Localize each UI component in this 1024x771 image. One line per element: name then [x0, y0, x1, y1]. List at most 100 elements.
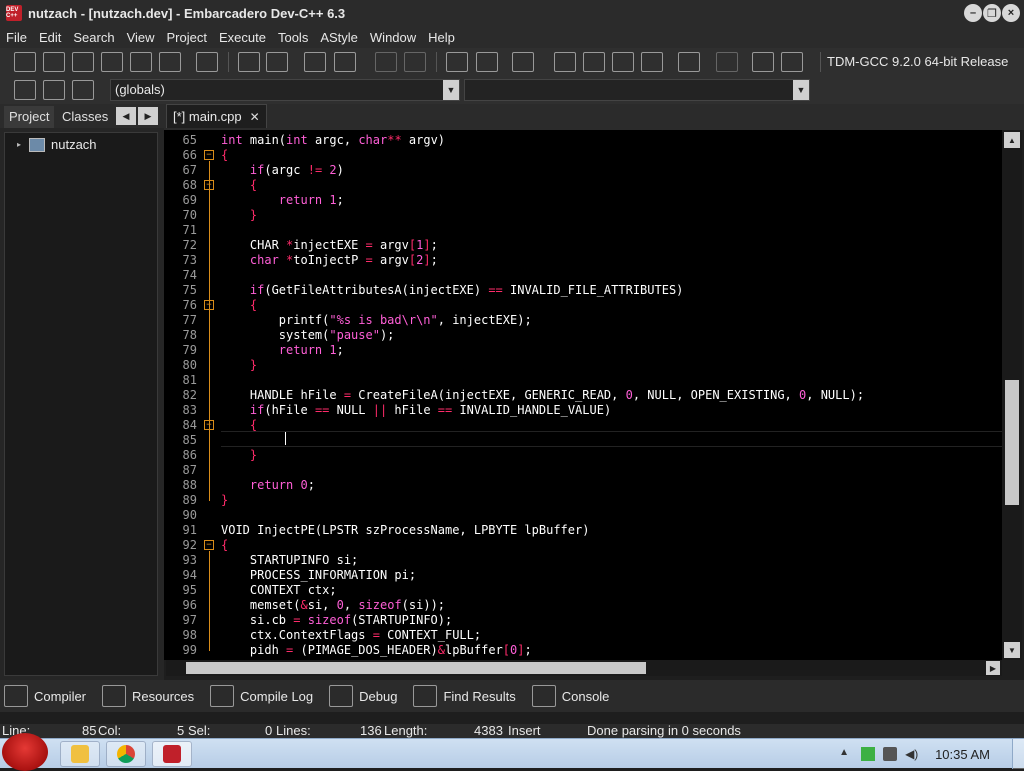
tray-expand-icon[interactable]: ▲	[839, 747, 853, 761]
taskbar-clock[interactable]: 10:35 AM	[935, 747, 990, 762]
line-number[interactable]: 90	[164, 508, 197, 523]
line-number[interactable]: 86	[164, 448, 197, 463]
volume-icon[interactable]: ◀)	[905, 747, 919, 761]
fold-collapse-icon[interactable]: −	[204, 540, 214, 550]
code-line[interactable]: 88 return 0;	[164, 478, 1002, 493]
code-line[interactable]: 86 }	[164, 448, 1002, 463]
network-icon[interactable]	[861, 747, 876, 761]
menu-project[interactable]: Project	[165, 30, 213, 45]
vertical-scrollbar[interactable]: ▲ ▼	[1002, 130, 1022, 660]
chevron-down-icon[interactable]: ▼	[793, 80, 809, 100]
line-number[interactable]: 70	[164, 208, 197, 223]
code-line[interactable]: 96 memset(&si, 0, sizeof(si));	[164, 598, 1002, 613]
minimize-button[interactable]: –	[964, 4, 982, 22]
line-number[interactable]: 94	[164, 568, 197, 583]
code-line[interactable]: 73 char *toInjectP = argv[2];	[164, 253, 1002, 268]
line-number[interactable]: 67	[164, 163, 197, 178]
class-combo[interactable]: ▼	[464, 79, 810, 101]
code-line[interactable]: 71	[164, 223, 1002, 238]
chevron-right-icon[interactable]: ▶	[138, 107, 158, 125]
code-line[interactable]: 72 CHAR *injectEXE = argv[1];	[164, 238, 1002, 253]
code-line[interactable]: 87	[164, 463, 1002, 478]
close-button[interactable]: ×	[1002, 4, 1020, 22]
line-number[interactable]: 75	[164, 283, 197, 298]
menu-file[interactable]: File	[4, 30, 33, 45]
devcpp-app-icon[interactable]: DEV C++	[6, 5, 22, 21]
close-file-icon[interactable]	[130, 52, 152, 72]
line-number[interactable]: 91	[164, 523, 197, 538]
toggle-bookmark-icon[interactable]	[43, 80, 65, 100]
vertical-scroll-thumb[interactable]	[1005, 380, 1019, 505]
add-to-project-icon[interactable]	[446, 52, 468, 72]
code-line[interactable]: 95 CONTEXT ctx;	[164, 583, 1002, 598]
code-line[interactable]: 67 if(argc != 2)	[164, 163, 1002, 178]
replace-icon[interactable]	[266, 52, 288, 72]
menu-help[interactable]: Help	[426, 30, 461, 45]
horizontal-scrollbar[interactable]: ▶	[166, 660, 1002, 676]
code-line[interactable]: 82 HANDLE hFile = CreateFileA(injectEXE,…	[164, 388, 1002, 403]
menu-tools[interactable]: Tools	[276, 30, 314, 45]
code-line[interactable]: 97 si.cb = sizeof(STARTUPINFO);	[164, 613, 1002, 628]
open-folder-icon[interactable]	[43, 52, 65, 72]
code-line[interactable]: 70 }	[164, 208, 1002, 223]
compile-icon[interactable]	[554, 52, 576, 72]
code-line[interactable]: 74	[164, 268, 1002, 283]
tab-find-results[interactable]: Find Results	[409, 685, 516, 707]
battery-icon[interactable]	[883, 747, 898, 761]
line-number[interactable]: 89	[164, 493, 197, 508]
chevron-down-icon[interactable]: ▼	[443, 80, 459, 100]
print-icon[interactable]	[196, 52, 218, 72]
code-line[interactable]: 85	[164, 433, 1002, 448]
horizontal-scroll-thumb[interactable]	[186, 662, 646, 674]
undo-icon[interactable]	[375, 52, 397, 72]
scope-combo[interactable]: (globals) ▼	[110, 79, 460, 101]
code-line[interactable]: 90	[164, 508, 1002, 523]
line-number[interactable]: 95	[164, 583, 197, 598]
code-line[interactable]: 75 if(GetFileAttributesA(injectEXE) == I…	[164, 283, 1002, 298]
line-number[interactable]: 97	[164, 613, 197, 628]
code-line[interactable]: 76− {	[164, 298, 1002, 313]
code-line[interactable]: 66−{	[164, 148, 1002, 163]
scroll-up-icon[interactable]: ▲	[1004, 132, 1020, 148]
line-number[interactable]: 85	[164, 433, 197, 448]
line-number[interactable]: 98	[164, 628, 197, 643]
code-line[interactable]: 98 ctx.ContextFlags = CONTEXT_FULL;	[164, 628, 1002, 643]
restore-button[interactable]: ❐	[983, 4, 1001, 22]
tab-console[interactable]: Console	[528, 685, 609, 707]
line-number[interactable]: 77	[164, 313, 197, 328]
code-line[interactable]: 84− {	[164, 418, 1002, 433]
redo-icon[interactable]	[404, 52, 426, 72]
code-line[interactable]: 77 printf("%s is bad\r\n", injectEXE);	[164, 313, 1002, 328]
menu-execute[interactable]: Execute	[217, 30, 272, 45]
new-file-icon[interactable]	[14, 52, 36, 72]
delete-profile-icon[interactable]	[781, 52, 803, 72]
tab-compiler[interactable]: Compiler	[0, 685, 86, 707]
tree-expander-icon[interactable]: ▸	[17, 140, 25, 149]
line-number[interactable]: 84	[164, 418, 197, 433]
code-line[interactable]: 93 STARTUPINFO si;	[164, 553, 1002, 568]
line-number[interactable]: 78	[164, 328, 197, 343]
code-line[interactable]: 83 if(hFile == NULL || hFile == INVALID_…	[164, 403, 1002, 418]
fold-collapse-icon[interactable]: −	[204, 150, 214, 160]
line-number[interactable]: 99	[164, 643, 197, 658]
menu-edit[interactable]: Edit	[37, 30, 67, 45]
save-all-icon[interactable]	[101, 52, 123, 72]
menu-search[interactable]: Search	[71, 30, 120, 45]
chevron-left-icon[interactable]: ◀	[116, 107, 136, 125]
bookmark-icon[interactable]	[334, 52, 356, 72]
scroll-right-icon[interactable]: ▶	[986, 661, 1000, 675]
compiler-selector[interactable]: TDM-GCC 9.2.0 64-bit Release	[820, 52, 1008, 72]
tab-main-cpp[interactable]: [*] main.cpp ✕	[166, 104, 267, 128]
menu-window[interactable]: Window	[368, 30, 422, 45]
code-line[interactable]: 89}	[164, 493, 1002, 508]
code-line[interactable]: 78 system("pause");	[164, 328, 1002, 343]
syntax-check-icon[interactable]	[678, 52, 700, 72]
line-number[interactable]: 92	[164, 538, 197, 553]
code-line[interactable]: 68− {	[164, 178, 1002, 193]
code-line[interactable]: 92−{	[164, 538, 1002, 553]
goto-icon[interactable]	[304, 52, 326, 72]
line-number[interactable]: 73	[164, 253, 197, 268]
code-line[interactable]: 99 pidh = (PIMAGE_DOS_HEADER)&lpBuffer[0…	[164, 643, 1002, 658]
line-number[interactable]: 74	[164, 268, 197, 283]
tab-compile-log[interactable]: Compile Log	[206, 685, 313, 707]
